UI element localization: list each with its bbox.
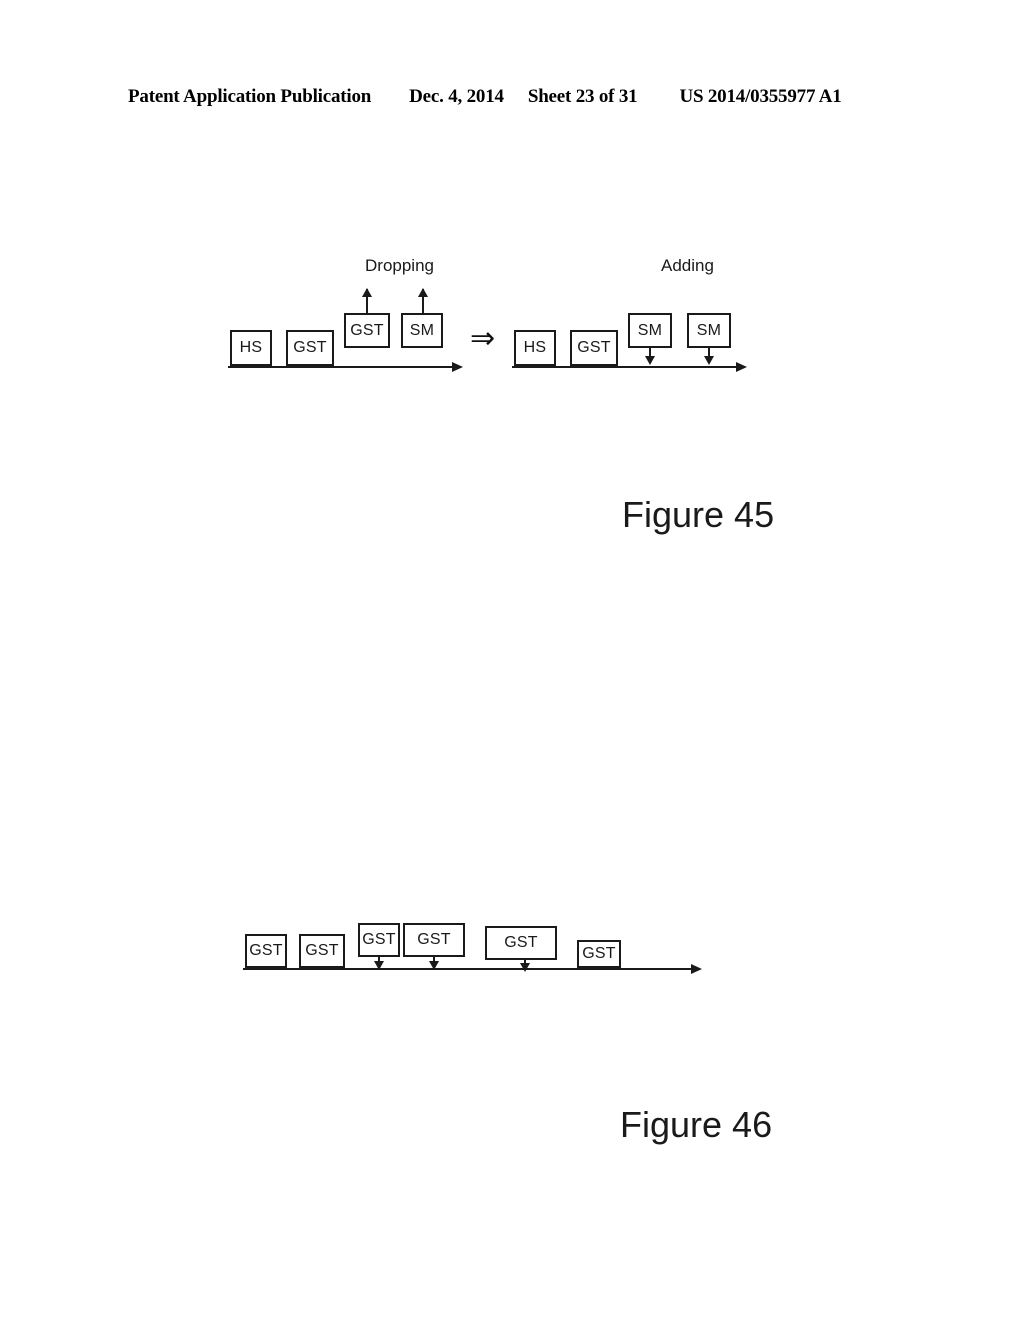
packet-box: GST: [485, 926, 557, 960]
packet-label: GST: [362, 931, 396, 948]
packet-label: GST: [504, 934, 538, 951]
packet-label: GST: [417, 931, 451, 948]
figure-46: GST GST GST GST GST GST Figure 46: [0, 0, 1024, 1200]
packet-box: GST: [245, 934, 287, 968]
packet-label: GST: [305, 942, 339, 959]
packet-label: GST: [582, 945, 616, 962]
figure46-arrow-head-down-icon: [429, 961, 439, 970]
figure46-arrow-head-down-icon: [374, 961, 384, 970]
packet-box: GST: [403, 923, 465, 957]
packet-box: GST: [299, 934, 345, 968]
figure46-timeline-arrowhead: [691, 964, 702, 974]
figure-46-title: Figure 46: [620, 1104, 773, 1145]
packet-label: GST: [249, 942, 283, 959]
figure46-timeline-axis: [243, 968, 693, 970]
figure46-arrow-head-down-icon: [520, 963, 530, 972]
packet-box: GST: [358, 923, 400, 957]
packet-box: GST: [577, 940, 621, 968]
